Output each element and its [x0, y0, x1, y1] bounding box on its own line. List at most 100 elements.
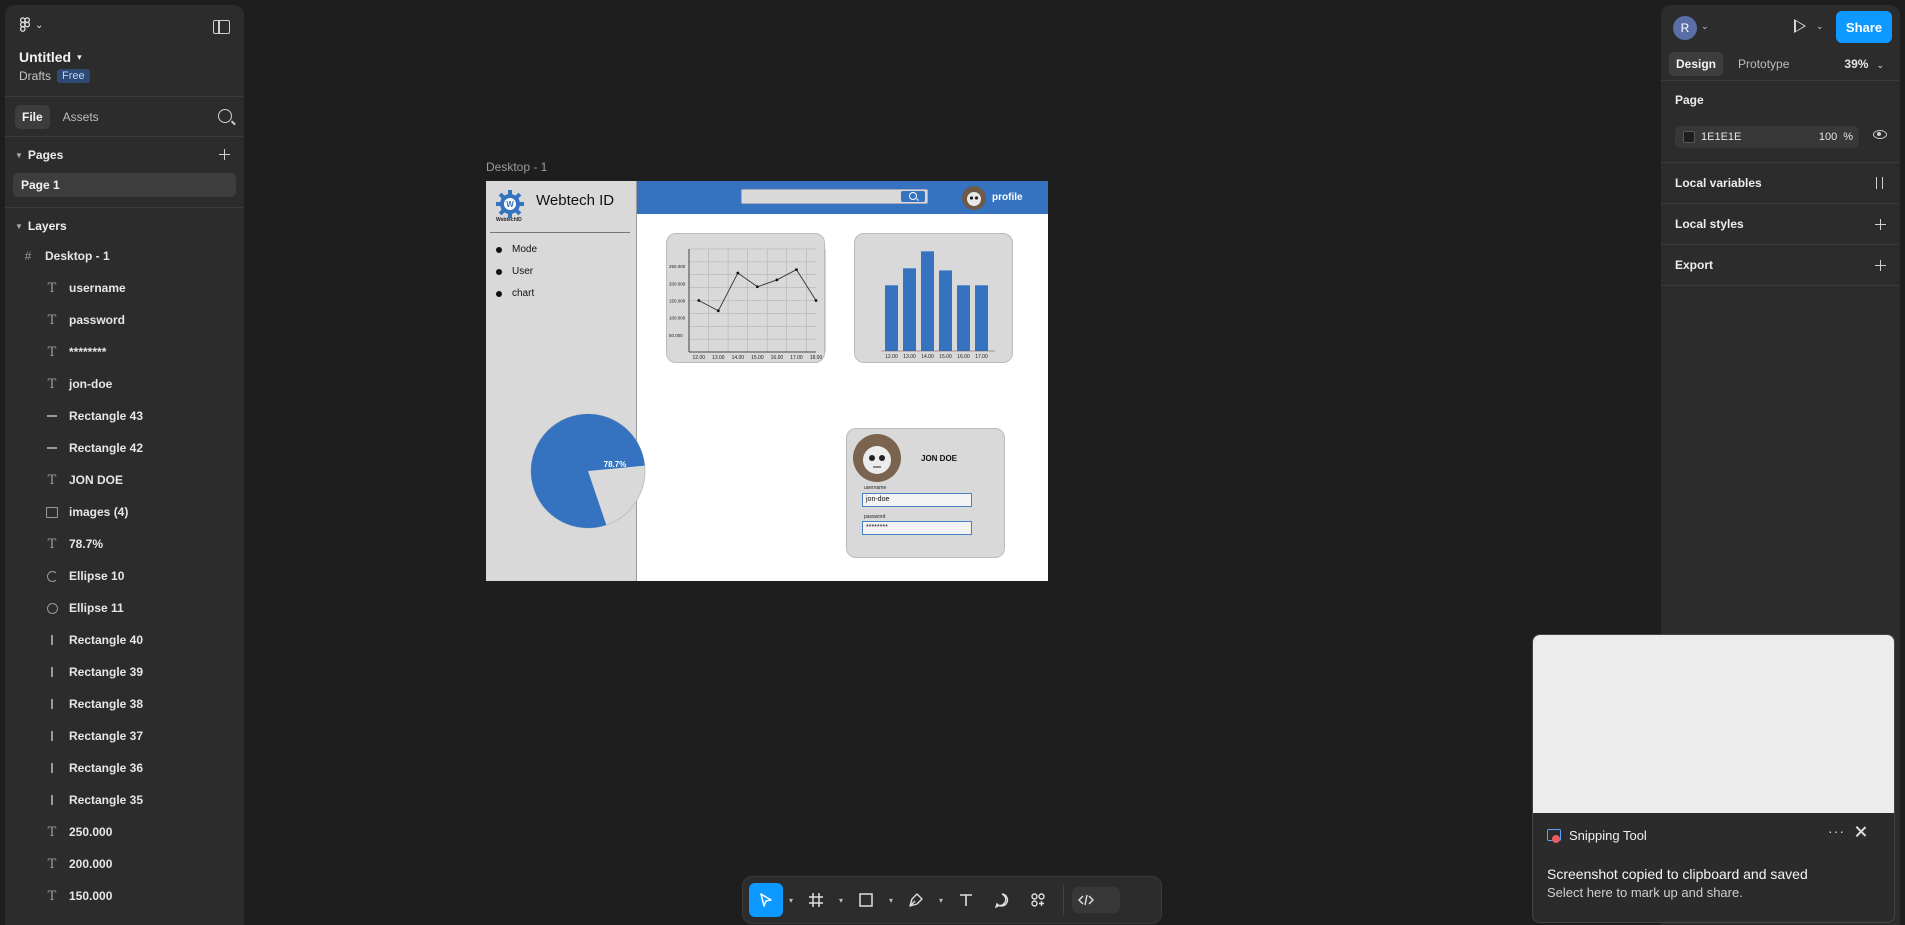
text-icon: T	[47, 280, 57, 296]
screenshot-preview[interactable]	[1533, 635, 1894, 813]
layers-header-text: Layers	[27, 219, 67, 233]
layer-row[interactable]: Rectangle 38	[5, 688, 244, 720]
file-location[interactable]: Drafts	[19, 69, 51, 83]
pages-header[interactable]: ▼ Pages	[5, 137, 244, 173]
actions-tool[interactable]	[1021, 883, 1055, 917]
x-tick-label: 12.00	[693, 355, 706, 361]
opacity-value[interactable]: 100	[1819, 131, 1837, 143]
layer-row[interactable]: T ********	[5, 336, 244, 368]
layer-row[interactable]: Rectangle 37	[5, 720, 244, 752]
x-tick-label: 13.00	[712, 355, 725, 361]
layer-row[interactable]: Tpassword	[5, 304, 244, 336]
user-photo	[853, 434, 901, 482]
color-swatch[interactable]	[1683, 131, 1695, 143]
export-row[interactable]: Export	[1661, 245, 1900, 286]
frame-tool[interactable]	[799, 883, 833, 917]
layers-header[interactable]: ▼ Layers	[5, 208, 244, 244]
layer-name: username	[69, 281, 126, 295]
tab-assets[interactable]: Assets	[56, 105, 106, 129]
layer-row[interactable]: T 150.000	[5, 880, 244, 912]
layer-name: JON DOE	[69, 473, 124, 487]
right-tabs: Design Prototype 39% ⌄	[1661, 47, 1900, 81]
rectangle-tool[interactable]	[849, 883, 883, 917]
layer-name: Rectangle 40	[69, 633, 144, 647]
line-point	[716, 309, 720, 313]
ellipse-icon	[45, 601, 59, 615]
zoom-control[interactable]: 39% ⌄	[1844, 57, 1884, 71]
chevron-down-icon[interactable]: ▾	[935, 883, 947, 917]
dev-mode-toggle[interactable]	[1072, 887, 1120, 913]
bullet-icon	[496, 246, 502, 253]
present-play-icon[interactable]	[1794, 19, 1806, 33]
chevron-down-icon[interactable]: ▾	[885, 883, 897, 917]
line-icon	[45, 409, 59, 423]
chevron-down-icon[interactable]: ⌄	[1701, 21, 1709, 32]
layer-row[interactable]: Rectangle 42	[5, 432, 244, 464]
local-styles-row[interactable]: Local styles	[1661, 204, 1900, 245]
chevron-down-icon[interactable]: ▾	[785, 883, 797, 917]
local-variables-row[interactable]: Local variables	[1661, 163, 1900, 204]
x-tick-label: 13.00	[903, 354, 916, 360]
sliders-icon[interactable]	[1874, 177, 1886, 189]
page-color-field[interactable]: 1E1E1E 100 %	[1675, 126, 1859, 148]
brand-title: Webtech ID	[536, 192, 615, 209]
layer-row[interactable]: T 250.000	[5, 816, 244, 848]
layer-row[interactable]: Rectangle 39	[5, 656, 244, 688]
layer-row[interactable]: T JON DOE	[5, 464, 244, 496]
add-page-icon[interactable]	[219, 149, 230, 160]
add-style-icon[interactable]	[1875, 219, 1886, 230]
sidebar-toggle-icon[interactable]	[213, 20, 230, 34]
pie-icon	[45, 569, 59, 583]
chevron-down-icon[interactable]: ⌄	[1816, 21, 1824, 32]
layer-row[interactable]: Ellipse 11	[5, 592, 244, 624]
layer-row[interactable]: Rectangle 35	[5, 784, 244, 816]
bullet-icon	[496, 268, 502, 275]
layer-row[interactable]: T 200.000	[5, 848, 244, 880]
layer-row[interactable]: Rectangle 40	[5, 624, 244, 656]
layer-row[interactable]: Tjon-doe	[5, 368, 244, 400]
close-icon[interactable]	[1855, 825, 1867, 837]
eye-icon[interactable]	[1873, 130, 1887, 139]
pie-label: 78.7%	[604, 460, 627, 469]
layer-row[interactable]: T 78.7%	[5, 528, 244, 560]
text-tool[interactable]	[949, 883, 983, 917]
chevron-down-icon[interactable]: ▾	[835, 883, 847, 917]
opacity-field[interactable]: 100 %	[1819, 131, 1859, 143]
file-title[interactable]: Untitled ▾	[19, 49, 82, 65]
add-export-icon[interactable]	[1875, 260, 1886, 271]
tab-prototype[interactable]: Prototype	[1731, 52, 1796, 76]
main-menu-button[interactable]: ⌄	[19, 17, 43, 33]
design-frame[interactable]: W WebtechID Webtech ID Mode User chart p…	[486, 181, 1048, 581]
pen-tool[interactable]	[899, 883, 933, 917]
line-point	[775, 278, 779, 282]
frame-label[interactable]: Desktop - 1	[486, 160, 547, 174]
tab-design[interactable]: Design	[1669, 51, 1724, 76]
more-options-icon[interactable]: ···	[1828, 823, 1845, 839]
frame-icon: #	[24, 249, 32, 263]
x-tick-label: 16.00	[771, 355, 784, 361]
brand-small: WebtechID	[496, 217, 522, 223]
layer-row[interactable]: Ellipse 10	[5, 560, 244, 592]
vbar-icon	[45, 761, 59, 775]
user-avatar[interactable]: R	[1673, 16, 1697, 40]
comment-tool[interactable]	[985, 883, 1019, 917]
snipping-tool-notification[interactable]: Snipping Tool ··· Screenshot copied to c…	[1532, 634, 1895, 923]
page-item[interactable]: Page 1	[13, 173, 236, 197]
x-tick-label: 17.00	[790, 355, 803, 361]
layer-row[interactable]: Rectangle 36	[5, 752, 244, 784]
page-color-hex[interactable]: 1E1E1E	[1701, 131, 1741, 143]
move-tool[interactable]	[749, 883, 783, 917]
vbar-icon	[45, 793, 59, 807]
text-icon: T	[47, 888, 57, 904]
search-icon[interactable]	[218, 109, 232, 123]
layer-row[interactable]: images (4)	[5, 496, 244, 528]
share-button[interactable]: Share	[1836, 11, 1892, 43]
user-name: JON DOE	[921, 454, 958, 463]
tab-file[interactable]: File	[15, 104, 50, 129]
zoom-value: 39%	[1844, 57, 1869, 71]
layer-row[interactable]: Tusername	[5, 272, 244, 304]
notification-app: Snipping Tool	[1569, 828, 1647, 843]
layer-row[interactable]: Rectangle 43	[5, 400, 244, 432]
layer-row-frame[interactable]: # Desktop - 1	[5, 240, 244, 272]
vbar-icon	[45, 665, 59, 679]
